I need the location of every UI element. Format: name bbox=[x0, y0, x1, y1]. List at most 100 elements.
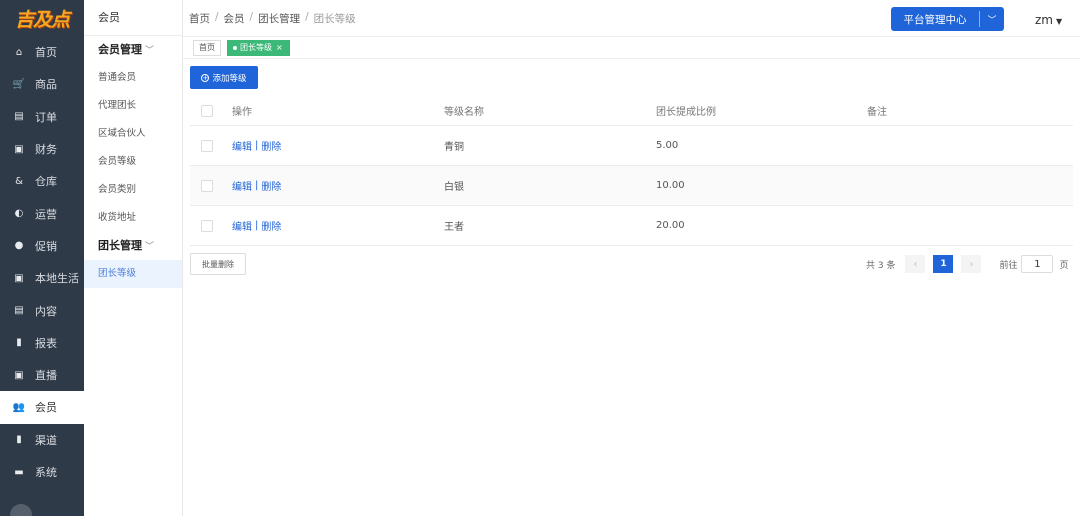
user-name: zm bbox=[1035, 13, 1053, 27]
nav-item-finance[interactable]: ▣ 财务 bbox=[0, 133, 84, 165]
nav-item-warehouse[interactable]: & 仓库 bbox=[0, 165, 84, 197]
cell-level-name: 青铜 bbox=[444, 142, 464, 153]
delete-link[interactable]: 删除 bbox=[261, 178, 281, 193]
subnav-title: 会员 bbox=[84, 0, 182, 36]
goto-label: 前往 bbox=[999, 260, 1018, 271]
nav-item-label: 首页 bbox=[35, 46, 57, 60]
platform-center-button[interactable]: 平台管理中心 ﹀ bbox=[891, 7, 1004, 31]
subnav-item-leader-level[interactable]: 团长等级 bbox=[84, 260, 182, 288]
subnav-group-leader-management[interactable]: 团长管理 ﹀ bbox=[84, 232, 182, 260]
nav-item-system[interactable]: ▬ 系统 bbox=[0, 456, 84, 488]
close-icon[interactable]: × bbox=[276, 43, 283, 52]
cell-level-name: 白银 bbox=[444, 182, 464, 193]
local-life-icon: ▣ bbox=[14, 272, 24, 284]
chevron-down-icon[interactable]: ﹀ bbox=[980, 13, 1004, 26]
breadcrumb-item-leader-management[interactable]: 团长管理 bbox=[258, 11, 300, 26]
action-separator: | bbox=[255, 140, 259, 151]
main-sidebar: 吉及点 ⌂ 首页 🛒 商品 ▤ 订单 ▣ 财务 & 仓库 ◐ 运营 ● 促销 ▣ 本地生活 ▤ 内容 ▮ 报表 ▣ 直播 👥… bbox=[0, 0, 84, 516]
nav-item-label: 会员 bbox=[35, 401, 57, 415]
row-actions: 编辑 | 删除 bbox=[232, 126, 281, 165]
column-header-note: 备注 bbox=[867, 107, 887, 118]
nav-item-report[interactable]: ▮ 报表 bbox=[0, 327, 84, 359]
nav-item-label: 直播 bbox=[35, 369, 57, 383]
add-level-label: 添加等级 bbox=[212, 73, 247, 84]
group-label: 团长管理 bbox=[98, 239, 142, 252]
plus-circle-icon: + bbox=[201, 73, 210, 82]
nav-item-label: 促销 bbox=[35, 239, 57, 253]
row-checkbox[interactable] bbox=[201, 126, 213, 165]
nav-item-local-life[interactable]: ▣ 本地生活 bbox=[0, 262, 84, 294]
subnav-item-member-level[interactable]: 会员等级 bbox=[84, 148, 182, 176]
edit-link[interactable]: 编辑 bbox=[232, 178, 252, 193]
next-page-button[interactable]: › bbox=[961, 255, 982, 273]
pagination-total: 共 3 条 bbox=[866, 260, 896, 271]
promotion-icon: ● bbox=[14, 240, 24, 252]
chevron-down-icon: ﹀ bbox=[145, 242, 155, 252]
cell-level-name: 王者 bbox=[444, 222, 464, 233]
group-label: 会员管理 bbox=[98, 43, 142, 56]
nav-item-live[interactable]: ▣ 直播 bbox=[0, 359, 84, 391]
action-separator: | bbox=[255, 220, 259, 231]
brand-logo[interactable]: 吉及点 bbox=[0, 0, 84, 36]
platform-center-label: 平台管理中心 bbox=[903, 13, 967, 26]
content-icon: ▤ bbox=[14, 305, 24, 317]
edit-link[interactable]: 编辑 bbox=[232, 138, 252, 153]
row-actions: 编辑 | 删除 bbox=[232, 206, 281, 245]
tag-leader-level[interactable]: 团长等级 × bbox=[227, 40, 290, 56]
breadcrumb-separator: / bbox=[215, 11, 219, 23]
nav-item-channel[interactable]: ▮ 渠道 bbox=[0, 424, 84, 456]
batch-delete-button[interactable]: 批量删除 bbox=[190, 253, 246, 275]
sidebar-footer-avatar[interactable] bbox=[10, 504, 32, 516]
report-icon: ▮ bbox=[16, 337, 22, 349]
system-icon: ▬ bbox=[14, 466, 24, 478]
delete-link[interactable]: 删除 bbox=[261, 138, 281, 153]
cell-commission-rate: 20.00 bbox=[656, 220, 685, 231]
delete-link[interactable]: 删除 bbox=[261, 218, 281, 233]
subnav-item-shipping-address[interactable]: 收货地址 bbox=[84, 204, 182, 232]
add-level-button[interactable]: + 添加等级 bbox=[190, 66, 258, 89]
goto-page-input[interactable] bbox=[1021, 255, 1054, 273]
nav-item-promotion[interactable]: ● 促销 bbox=[0, 230, 84, 262]
nav-item-member[interactable]: 👥 会员 bbox=[0, 391, 84, 424]
select-all-checkbox[interactable] bbox=[201, 96, 213, 125]
secondary-sidebar: 会员 会员管理 ﹀ 普通会员 代理团长 区域合伙人 会员等级 会员类别 收货地址 … bbox=[84, 0, 183, 516]
nav-item-label: 财务 bbox=[35, 143, 57, 157]
page-number-current[interactable]: 1 bbox=[933, 255, 954, 273]
row-checkbox[interactable] bbox=[201, 206, 213, 245]
operations-icon: ◐ bbox=[14, 208, 24, 220]
subnav-item-regular-member[interactable]: 普通会员 bbox=[84, 64, 182, 92]
subnav-item-regional-partner[interactable]: 区域合伙人 bbox=[84, 120, 182, 148]
cell-commission-rate: 10.00 bbox=[656, 180, 685, 191]
nav-item-cart[interactable]: 🛒 商品 bbox=[0, 68, 84, 100]
breadcrumb-item-member[interactable]: 会员 bbox=[224, 11, 245, 26]
subnav-item-member-category[interactable]: 会员类别 bbox=[84, 176, 182, 204]
warehouse-icon: & bbox=[15, 175, 23, 187]
nav-item-content[interactable]: ▤ 内容 bbox=[0, 294, 84, 326]
level-table: 操作 等级名称 团长提成比例 备注 编辑 | 删除 青铜 5.00 编辑 | 删除 白银 10.0… bbox=[190, 96, 1073, 246]
action-separator: | bbox=[255, 180, 259, 191]
column-header-actions: 操作 bbox=[232, 107, 252, 118]
nav-item-label: 商品 bbox=[35, 78, 57, 92]
nav-item-label: 内容 bbox=[35, 304, 57, 318]
live-icon: ▣ bbox=[14, 369, 24, 381]
nav-item-order[interactable]: ▤ 订单 bbox=[0, 101, 84, 133]
breadcrumb-item-home[interactable]: 首页 bbox=[189, 11, 210, 26]
tag-label: 团长等级 bbox=[240, 43, 272, 52]
subnav-group-member-management[interactable]: 会员管理 ﹀ bbox=[84, 36, 182, 64]
breadcrumb-separator: / bbox=[249, 11, 254, 23]
home-icon: ⌂ bbox=[15, 46, 23, 58]
top-header: 首页 / 会员 / 团长管理 / 团长等级 平台管理中心 ﹀ zm ▼ bbox=[183, 0, 1080, 37]
row-checkbox[interactable] bbox=[201, 166, 213, 205]
column-header-level-name[interactable]: 等级名称 bbox=[444, 96, 484, 125]
user-menu[interactable]: zm ▼ bbox=[1035, 13, 1062, 27]
subnav-item-agent-leader[interactable]: 代理团长 bbox=[84, 92, 182, 120]
breadcrumb-item-current: 团长等级 bbox=[313, 13, 356, 25]
row-actions: 编辑 | 删除 bbox=[232, 166, 281, 205]
tag-home[interactable]: 首页 bbox=[193, 40, 221, 56]
nav-item-home[interactable]: ⌂ 首页 bbox=[0, 36, 84, 68]
prev-page-button[interactable]: ‹ bbox=[905, 255, 926, 273]
column-header-commission-rate[interactable]: 团长提成比例 bbox=[656, 96, 716, 125]
tabs-bar: 首页 团长等级 × bbox=[183, 37, 1080, 59]
nav-item-operations[interactable]: ◐ 运营 bbox=[0, 197, 84, 229]
edit-link[interactable]: 编辑 bbox=[232, 218, 252, 233]
